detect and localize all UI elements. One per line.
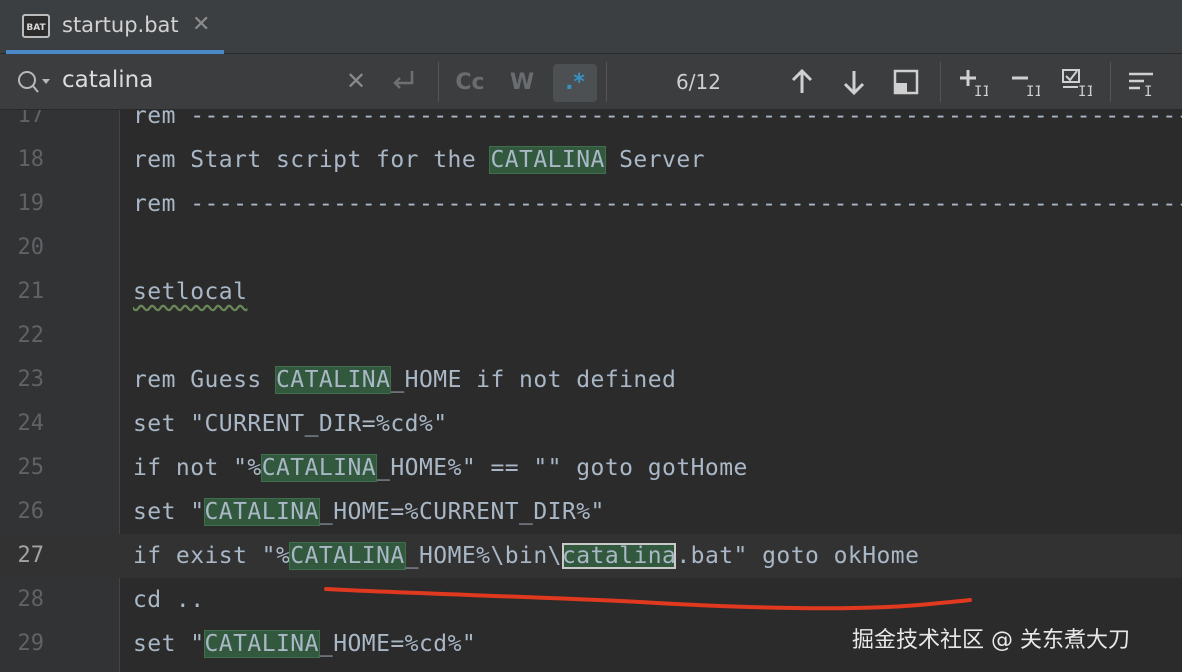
code-token: set " bbox=[133, 499, 205, 525]
code-token: set " bbox=[133, 631, 205, 657]
code-text[interactable]: if not "%CATALINA_HOME%" == "" goto gotH… bbox=[133, 446, 748, 490]
separator bbox=[1110, 62, 1111, 102]
code-text[interactable]: set "CURRENT_DIR=%cd%" bbox=[133, 402, 448, 446]
search-match: CATALINA bbox=[274, 366, 392, 394]
code-line[interactable]: 22 bbox=[0, 314, 1182, 358]
line-number: 17 bbox=[17, 110, 45, 128]
code-token: rem ------------------------------------… bbox=[133, 191, 1182, 217]
code-token: _HOME=%cd%" bbox=[318, 631, 477, 657]
regex-toggle[interactable]: .* bbox=[553, 64, 597, 102]
match-count: 6/12 bbox=[676, 70, 721, 94]
svg-text:I: I bbox=[1144, 84, 1152, 98]
line-number: 19 bbox=[17, 191, 45, 216]
search-input[interactable]: catalina bbox=[62, 67, 153, 93]
code-token: _HOME if not defined bbox=[390, 367, 677, 393]
code-line[interactable]: 24 set "CURRENT_DIR=%cd%" bbox=[0, 402, 1182, 446]
line-number: 21 bbox=[17, 279, 45, 304]
code-text[interactable]: set "CATALINA_HOME=%CURRENT_DIR%" bbox=[133, 490, 605, 534]
remove-occurrence-icon[interactable]: II bbox=[1008, 66, 1040, 98]
code-text[interactable]: rem Start script for the CATALINA Server bbox=[133, 138, 705, 182]
watermark-text: 掘金技术社区 @ 关东煮大刀 bbox=[852, 628, 1130, 653]
match-case-toggle[interactable]: Cc bbox=[450, 64, 490, 102]
line-number: 20 bbox=[17, 235, 45, 260]
code-line[interactable]: 23 rem Guess CATALINA_HOME if not defined bbox=[0, 358, 1182, 402]
close-tab-icon[interactable]: ✕ bbox=[192, 12, 210, 37]
code-line[interactable]: 21 setlocal bbox=[0, 270, 1182, 314]
code-editor[interactable]: 17 rem ----------------------------------… bbox=[0, 110, 1182, 672]
code-line[interactable]: 20 bbox=[0, 226, 1182, 270]
search-icon[interactable] bbox=[16, 69, 52, 95]
code-line[interactable]: 26 set "CATALINA_HOME=%CURRENT_DIR%" bbox=[0, 490, 1182, 534]
line-number: 26 bbox=[17, 499, 45, 524]
tab-startup-bat[interactable]: BAT startup.bat ✕ bbox=[6, 0, 224, 54]
line-number: 23 bbox=[17, 367, 45, 392]
new-line-icon[interactable] bbox=[388, 65, 418, 95]
find-bar: catalina ✕ Cc W .* 6/12 II II II I bbox=[0, 54, 1182, 110]
svg-text:BAT: BAT bbox=[26, 23, 46, 33]
code-token: _HOME%" == "" goto gotHome bbox=[376, 455, 748, 481]
code-token: .bat" goto okHome bbox=[676, 543, 920, 569]
code-token: _HOME=%CURRENT_DIR%" bbox=[318, 499, 605, 525]
separator bbox=[438, 62, 439, 102]
code-text[interactable]: rem ------------------------------------… bbox=[133, 110, 1182, 138]
code-token: rem Guess bbox=[133, 367, 276, 393]
line-number: 24 bbox=[17, 411, 45, 436]
code-line[interactable]: 18 rem Start script for the CATALINA Serv… bbox=[0, 138, 1182, 182]
code-token: if exist "% bbox=[133, 543, 291, 569]
code-token: rem Start script for the bbox=[133, 147, 491, 173]
code-token: Server bbox=[604, 147, 705, 173]
line-number: 18 bbox=[17, 147, 45, 172]
clear-search-icon[interactable]: ✕ bbox=[346, 67, 366, 95]
bat-file-icon: BAT bbox=[22, 14, 50, 38]
line-number: 22 bbox=[17, 323, 45, 348]
filter-box-icon[interactable] bbox=[890, 66, 922, 98]
code-line[interactable]: 19 rem ----------------------------------… bbox=[0, 182, 1182, 226]
code-text[interactable]: cd .. bbox=[133, 578, 205, 622]
separator bbox=[940, 62, 941, 102]
code-text[interactable]: setlocal bbox=[133, 270, 247, 314]
code-text[interactable]: set "CATALINA_HOME=%cd%" bbox=[133, 622, 476, 666]
svg-text:II: II bbox=[974, 84, 988, 98]
search-match: CATALINA bbox=[489, 146, 606, 174]
code-line[interactable]: 17 rem ----------------------------------… bbox=[0, 110, 1182, 138]
code-text[interactable]: if exist "%CATALINA_HOME%\bin\catalina.b… bbox=[133, 534, 919, 578]
arrow-down-icon[interactable] bbox=[838, 66, 870, 98]
line-number: 27 bbox=[17, 543, 45, 568]
code-line[interactable]: 27 if exist "%CATALINA_HOME%\bin\catalina… bbox=[0, 534, 1182, 578]
code-line[interactable]: 28 cd .. bbox=[0, 578, 1182, 622]
code-token: rem ------------------------------------… bbox=[133, 110, 1182, 129]
code-token: if not "% bbox=[133, 455, 262, 481]
editor-tab-bar: BAT startup.bat ✕ bbox=[0, 0, 1182, 54]
search-match: CATALINA bbox=[203, 498, 320, 526]
arrow-up-icon[interactable] bbox=[786, 66, 818, 98]
line-number: 29 bbox=[17, 631, 45, 656]
code-token: cd .. bbox=[133, 587, 205, 613]
search-match: CATALINA bbox=[203, 630, 320, 658]
add-occurrence-icon[interactable]: II bbox=[956, 66, 988, 98]
tab-title: startup.bat bbox=[62, 13, 179, 37]
line-number: 25 bbox=[17, 455, 45, 480]
select-all-occurrences-icon[interactable]: II bbox=[1060, 66, 1092, 98]
search-match: CATALINA bbox=[289, 542, 406, 570]
code-text[interactable]: rem Guess CATALINA_HOME if not defined bbox=[133, 358, 676, 402]
code-line[interactable]: 25 if not "%CATALINA_HOME%" == "" goto go… bbox=[0, 446, 1182, 490]
separator bbox=[606, 62, 607, 102]
code-token: set "CURRENT_DIR=%cd%" bbox=[133, 411, 448, 437]
filter-options-icon[interactable]: I bbox=[1126, 66, 1158, 98]
search-match: CATALINA bbox=[260, 454, 378, 482]
code-text[interactable]: rem ------------------------------------… bbox=[133, 182, 1182, 226]
current-search-match: catalina bbox=[561, 543, 677, 569]
line-number: 28 bbox=[17, 587, 45, 612]
warning-token: setlocal bbox=[133, 279, 248, 305]
code-token: _HOME%\bin\ bbox=[404, 543, 562, 569]
svg-text:II: II bbox=[1078, 84, 1092, 98]
whole-words-toggle[interactable]: W bbox=[502, 64, 542, 102]
svg-text:II: II bbox=[1026, 84, 1040, 98]
